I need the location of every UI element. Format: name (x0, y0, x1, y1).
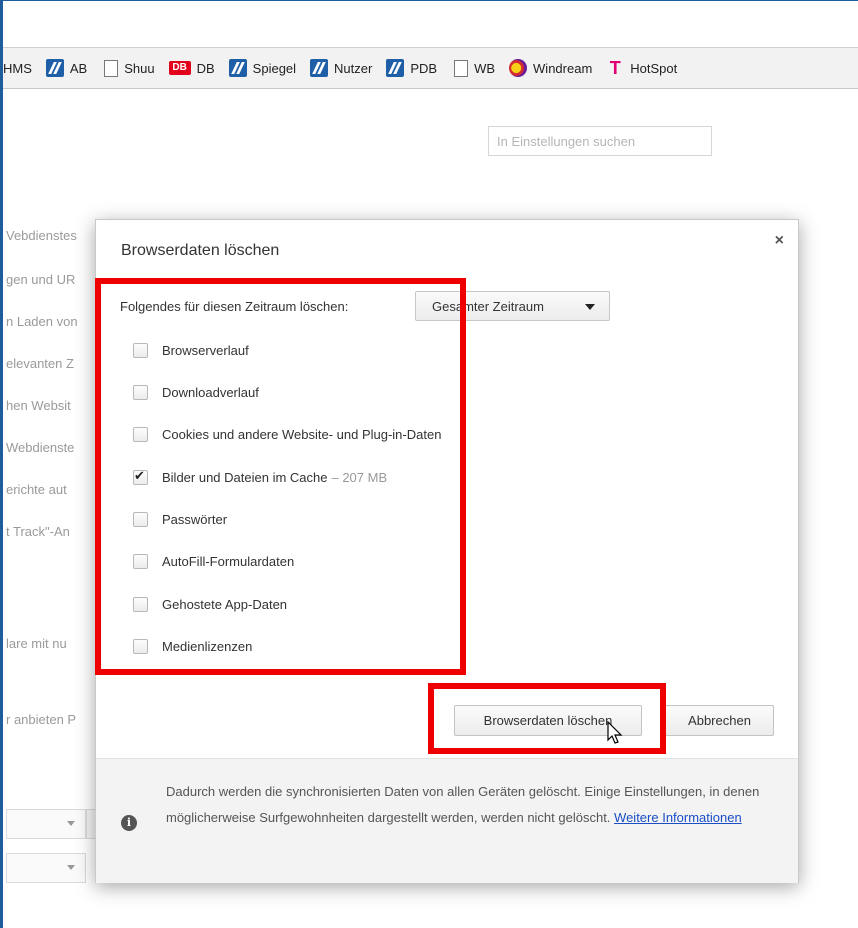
background-text: lare mit nu (6, 636, 67, 651)
checkbox[interactable] (133, 512, 148, 527)
checkbox[interactable] (133, 554, 148, 569)
checkbox[interactable] (133, 385, 148, 400)
background-text: erichte aut (6, 482, 67, 497)
option-passwords[interactable]: Passwörter (133, 512, 227, 527)
option-label: Gehostete App-Daten (162, 597, 288, 612)
bookmark-db[interactable]: DB DB (168, 60, 215, 76)
option-hosted-app-data[interactable]: Gehostete App-Daten (133, 597, 287, 612)
close-icon[interactable]: × (775, 232, 784, 250)
checkbox[interactable] (133, 427, 148, 442)
bookmark-label: Spiegel (252, 60, 297, 76)
background-text: t Track"-An (6, 524, 70, 539)
footer-text: Dadurch werden die synchronisierten Date… (166, 779, 766, 831)
bookmark-spiegel[interactable]: Spiegel (228, 59, 297, 77)
page-icon (454, 59, 469, 77)
period-select-value: Gesamter Zeitraum (432, 299, 544, 314)
option-media-licenses[interactable]: Medienlizenzen (133, 639, 252, 654)
bookmark-label: Windream (533, 60, 593, 76)
option-label: Downloadverlauf (162, 385, 259, 400)
bookmark-label: DB (196, 60, 215, 76)
bookmark-label: Shuu (124, 60, 155, 76)
option-download-history[interactable]: Downloadverlauf (133, 385, 259, 400)
background-text: elevanten Z (6, 356, 74, 371)
option-cookies[interactable]: Cookies und andere Website- und Plug-in-… (133, 427, 441, 442)
background-text: hen Websit (6, 398, 71, 413)
option-autofill[interactable]: AutoFill-Formulardaten (133, 554, 294, 569)
checkbox[interactable] (133, 343, 148, 358)
bookmark-label: PDB (410, 60, 438, 76)
blue-bookmark-icon (228, 59, 247, 77)
option-cached-images[interactable]: Bilder und Dateien im Cache – 207 MB (133, 468, 388, 485)
period-label: Folgendes für diesen Zeitraum löschen: (120, 299, 349, 314)
mouse-cursor-icon (607, 721, 623, 744)
blue-bookmark-icon (386, 59, 405, 77)
clear-browsing-data-dialog: Browserdaten löschen × Folgendes für die… (95, 219, 799, 883)
more-info-link[interactable]: Weitere Informationen (614, 810, 742, 825)
option-label: AutoFill-Formulardaten (162, 554, 295, 569)
bookmark-hms[interactable]: HMS (3, 61, 32, 76)
telekom-icon: T (609, 58, 621, 78)
dialog-title: Browserdaten löschen (121, 242, 280, 259)
bookmark-label: AB (69, 60, 88, 76)
page-icon (104, 59, 119, 77)
option-label: Browserverlauf (162, 343, 249, 358)
bookmark-pdb[interactable]: PDB (386, 59, 437, 77)
period-select[interactable]: Gesamter Zeitraum (415, 291, 610, 321)
bookmarks-bar: HMS AB Shuu DB DB Spiegel Nutzer PDB WB … (3, 48, 858, 89)
option-label: Medienlizenzen (162, 639, 253, 654)
background-text: Vebdienstes (6, 228, 77, 243)
option-label: Passwörter (162, 512, 228, 527)
blue-bookmark-icon (310, 59, 329, 77)
windream-icon (509, 59, 528, 77)
option-label: Cookies und andere Website- und Plug-in-… (162, 427, 442, 442)
address-bar-area (3, 1, 858, 48)
background-text: gen und UR (6, 272, 76, 287)
bookmark-shuu[interactable]: Shuu (101, 59, 155, 77)
background-text: r anbieten P (6, 712, 77, 727)
option-label: Bilder und Dateien im Cache (162, 470, 328, 485)
cancel-button[interactable]: Abbrechen (665, 705, 774, 736)
blue-bookmark-icon (45, 59, 64, 77)
info-icon: i (121, 815, 137, 831)
bookmark-label: HMS (3, 60, 32, 76)
bookmark-windream[interactable]: Windream (509, 59, 592, 77)
background-text: Webdienste (6, 440, 75, 455)
db-logo-icon: DB (168, 61, 191, 75)
bookmark-label: WB (474, 60, 496, 76)
background-text: n Laden von (6, 314, 78, 329)
bookmark-ab[interactable]: AB (45, 59, 88, 77)
dropdown-arrow-icon (585, 304, 595, 310)
chevron-down-icon (67, 865, 75, 870)
dialog-footer: i Dadurch werden die synchronisierten Da… (96, 758, 798, 883)
background-select[interactable] (6, 809, 86, 839)
checkbox-checked[interactable] (133, 468, 148, 485)
settings-search-input[interactable]: In Einstellungen suchen (488, 126, 712, 156)
bookmark-label: HotSpot (630, 60, 678, 76)
checkbox[interactable] (133, 639, 148, 654)
bookmark-hotspot[interactable]: T HotSpot (606, 59, 677, 77)
cache-size-note: – 207 MB (331, 470, 388, 485)
chevron-down-icon (67, 821, 75, 826)
background-select[interactable] (6, 853, 86, 883)
checkbox[interactable] (133, 597, 148, 612)
option-browsing-history[interactable]: Browserverlauf (133, 343, 249, 358)
bookmark-label: Nutzer (334, 60, 373, 76)
bookmark-wb[interactable]: WB (451, 59, 496, 77)
bookmark-nutzer[interactable]: Nutzer (310, 59, 372, 77)
